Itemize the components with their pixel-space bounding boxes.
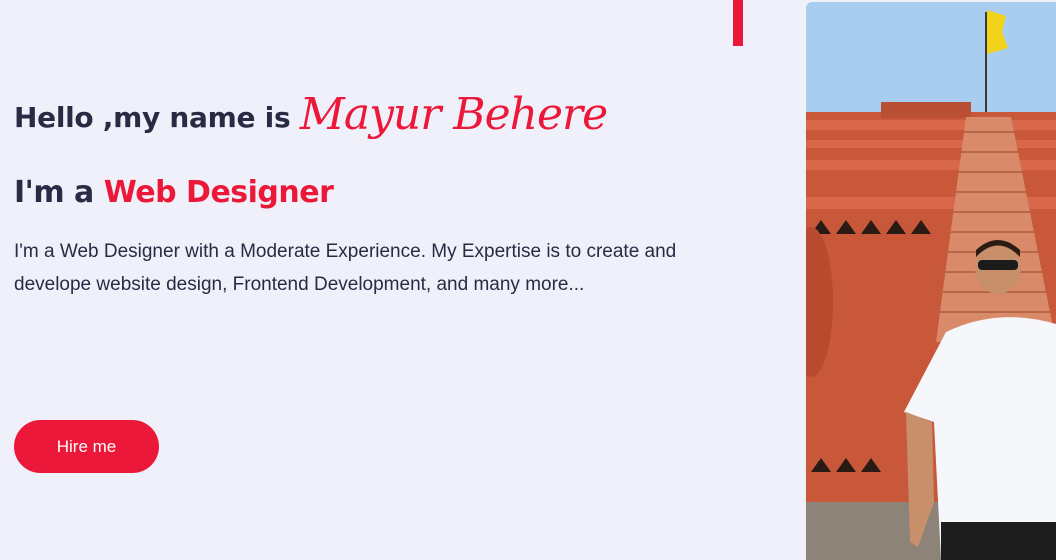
role-title: Web Designer: [103, 175, 334, 210]
role-prefix: I'm a: [14, 175, 94, 210]
intro-paragraph: I'm a Web Designer with a Moderate Exper…: [14, 241, 677, 295]
portrait-photo: [806, 2, 1056, 560]
greeting: Hello ,my name is Mayur Behere: [14, 80, 734, 153]
hero-text: Hello ,my name is Mayur Behere I'm a Web…: [14, 80, 734, 301]
accent-bar: [733, 0, 743, 46]
hire-me-button[interactable]: Hire me: [14, 420, 159, 473]
owner-name: Mayur Behere: [299, 89, 608, 140]
greeting-prefix: Hello ,my name is: [14, 101, 291, 134]
role-line: I'm a Web Designer: [14, 173, 734, 213]
